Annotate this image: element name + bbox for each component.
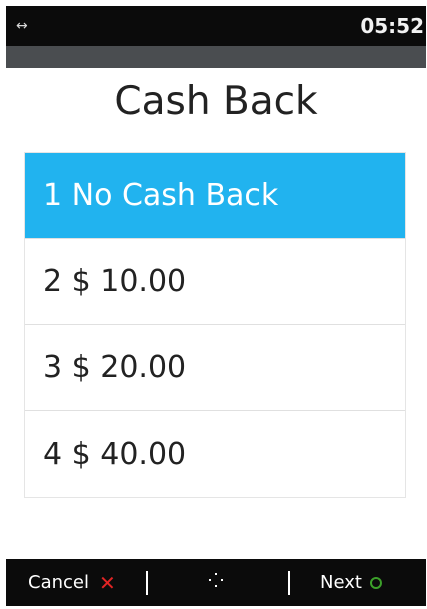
close-icon: ✕: [98, 570, 116, 595]
option-40[interactable]: 4 $ 40.00: [25, 411, 405, 497]
status-subbar: [6, 46, 426, 68]
cancel-button[interactable]: Cancel ✕: [28, 559, 116, 606]
status-time: 05:52: [360, 14, 424, 38]
link-arrows-icon: ↔: [16, 18, 28, 34]
payment-terminal-screen: ↔ 05:52 Cash Back 1 No Cash Back 2 $ 10.…: [6, 6, 426, 606]
option-10[interactable]: 2 $ 10.00: [25, 239, 405, 325]
cash-back-option-list: 1 No Cash Back 2 $ 10.00 3 $ 20.00 4 $ 4…: [24, 152, 406, 498]
dots-icon[interactable]: [207, 573, 225, 591]
page-title: Cash Back: [114, 79, 318, 124]
footer-bar: Cancel ✕ Next: [6, 559, 426, 606]
status-bar: ↔ 05:52: [6, 6, 426, 46]
footer-divider: [146, 571, 148, 595]
circle-icon: [369, 576, 382, 589]
next-button[interactable]: Next: [320, 559, 382, 606]
next-label: Next: [320, 572, 362, 593]
footer-divider: [288, 571, 290, 595]
option-20[interactable]: 3 $ 20.00: [25, 325, 405, 411]
cancel-label: Cancel: [28, 572, 89, 593]
option-no-cash-back[interactable]: 1 No Cash Back: [25, 153, 405, 239]
